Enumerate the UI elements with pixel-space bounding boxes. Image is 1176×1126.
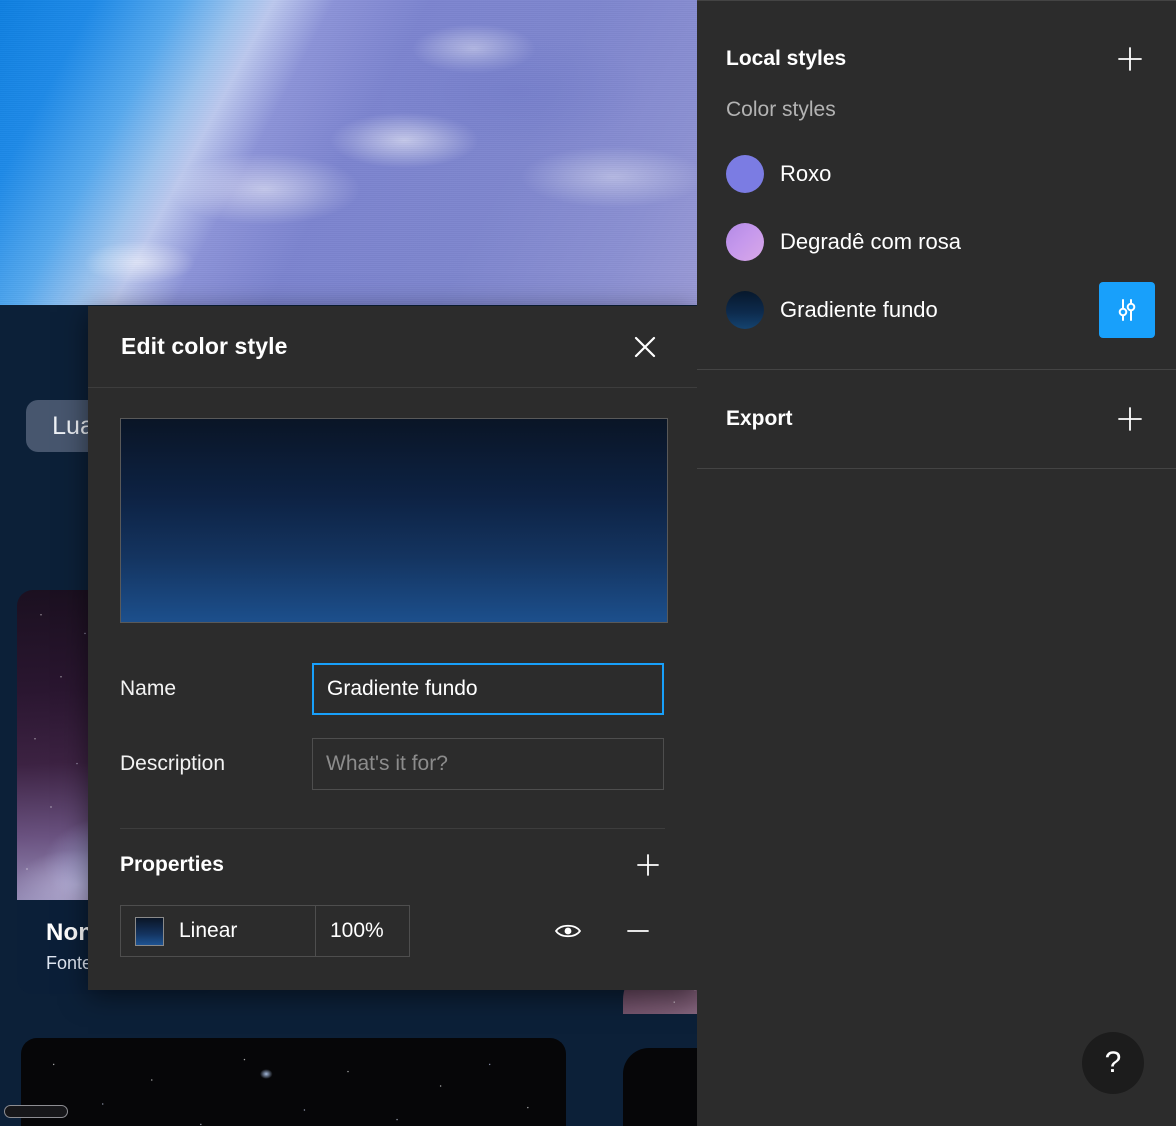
- description-label: Description: [120, 752, 226, 775]
- canvas-card-dark[interactable]: [21, 1038, 566, 1126]
- name-label: Name: [120, 677, 177, 700]
- plus-icon[interactable]: [1113, 42, 1147, 76]
- horizontal-scrollbar[interactable]: [4, 1105, 68, 1118]
- right-sidebar: Local styles Color styles Roxo Degradê c…: [697, 0, 1176, 1126]
- color-styles-subtitle: Color styles: [726, 98, 836, 121]
- local-styles-title: Local styles: [726, 47, 847, 70]
- close-icon[interactable]: [625, 327, 665, 367]
- sliders-icon[interactable]: [1099, 282, 1155, 338]
- local-styles-header: Local styles: [726, 30, 1147, 88]
- style-list-item-gradiente-fundo[interactable]: Gradiente fundo: [726, 276, 1155, 344]
- property-opacity[interactable]: 100%: [315, 906, 409, 956]
- property-actions: [551, 914, 665, 948]
- properties-title: Properties: [120, 853, 224, 876]
- mountain-photo: [0, 0, 697, 305]
- property-row: Linear 100%: [120, 903, 665, 959]
- color-swatch-icon: [726, 155, 764, 193]
- local-styles-section: Local styles Color styles Roxo Degradê c…: [697, 30, 1176, 344]
- canvas-card-dark-right[interactable]: [623, 1048, 697, 1126]
- modal-body: Name Description: [88, 388, 697, 829]
- modal-title: Edit color style: [121, 333, 288, 359]
- gradient-swatch-icon[interactable]: [135, 916, 164, 946]
- properties-header: Properties: [120, 829, 665, 901]
- plus-icon[interactable]: [631, 848, 665, 882]
- color-swatch-icon: [726, 291, 764, 329]
- edit-color-style-modal: Edit color style Name Description Proper…: [88, 306, 697, 990]
- property-control[interactable]: Linear 100%: [120, 905, 410, 957]
- sidebar-divider: [697, 468, 1176, 469]
- description-input[interactable]: [312, 738, 664, 790]
- eye-icon[interactable]: [551, 914, 585, 948]
- gradient-preview[interactable]: [120, 418, 668, 623]
- help-label: ?: [1104, 1046, 1122, 1079]
- color-swatch-icon: [726, 223, 764, 261]
- minus-icon[interactable]: [621, 914, 655, 948]
- plus-icon[interactable]: [1113, 402, 1147, 436]
- style-list-item-roxo[interactable]: Roxo: [726, 140, 1147, 208]
- property-type-label: Linear: [179, 919, 238, 942]
- name-input[interactable]: [312, 663, 664, 715]
- properties-section: Properties Linear 100%: [88, 829, 697, 959]
- export-title: Export: [726, 407, 793, 430]
- export-section-header: Export: [697, 370, 1176, 468]
- question-mark-icon[interactable]: ?: [1082, 1032, 1144, 1094]
- style-name: Roxo: [780, 161, 832, 186]
- style-list-item-degrade-com-rosa[interactable]: Degradê com rosa: [726, 208, 1147, 276]
- style-name: Degradê com rosa: [780, 229, 961, 254]
- description-field-row: Description: [120, 738, 665, 790]
- property-type[interactable]: Linear: [121, 906, 315, 956]
- name-field-row: Name: [120, 663, 665, 715]
- modal-header: Edit color style: [88, 306, 697, 388]
- style-name: Gradiente fundo: [780, 297, 938, 322]
